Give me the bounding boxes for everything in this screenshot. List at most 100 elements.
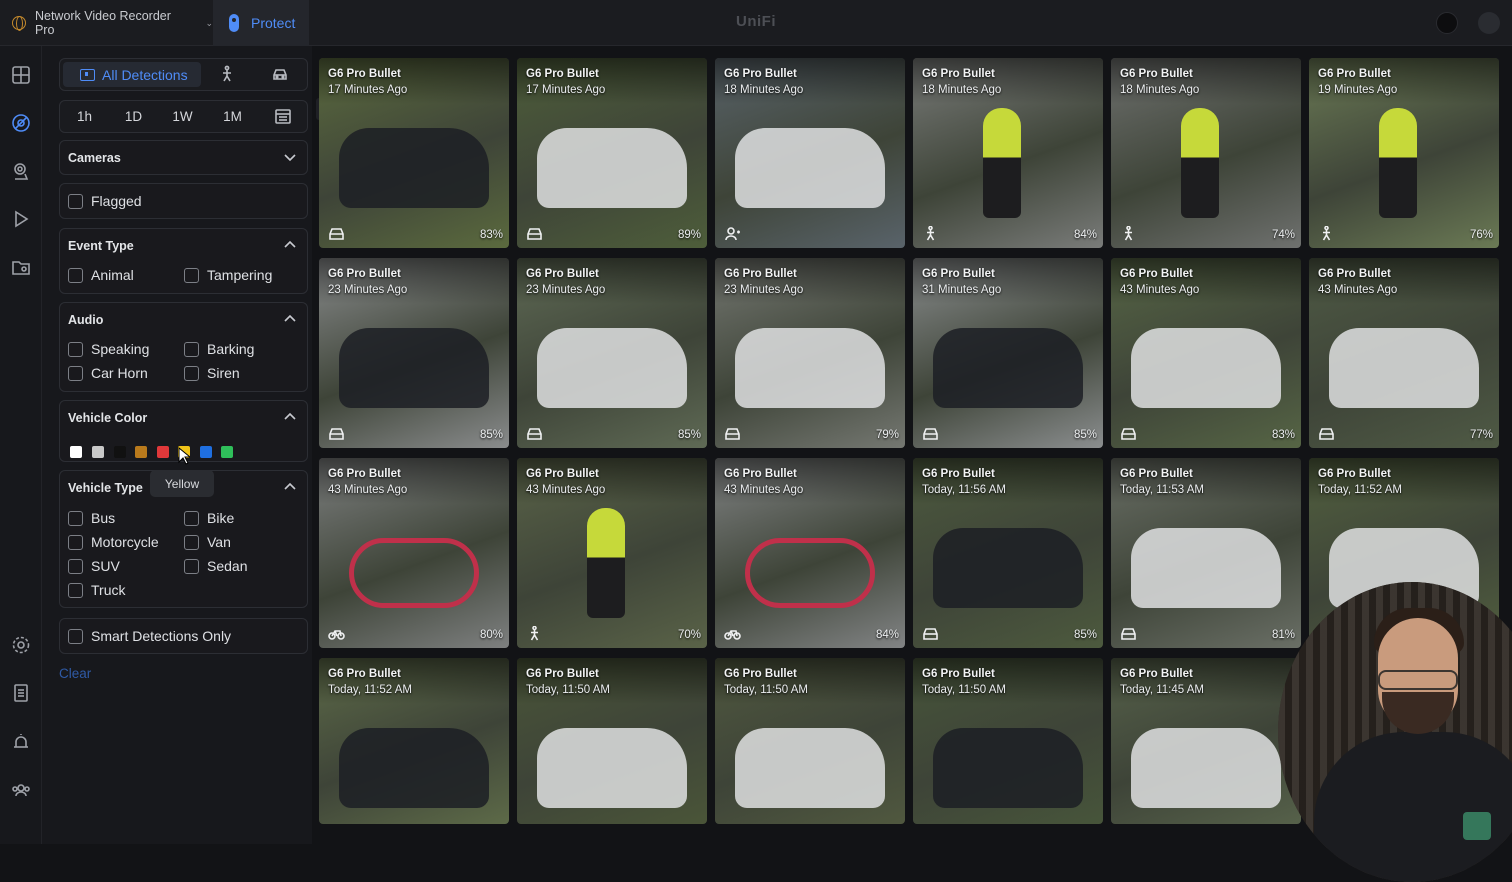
bus-checkbox[interactable]: Bus [68,510,115,526]
barking-checkbox[interactable]: Barking [184,341,254,357]
checkbox-box[interactable] [68,582,83,598]
checkbox-box[interactable] [68,510,83,526]
checkbox-box[interactable] [68,628,83,644]
car-horn-checkbox[interactable]: Car Horn [68,365,148,381]
detection-thumbnail[interactable]: G6 Pro Bullet Today, 11:56 AM 85% [913,458,1103,648]
tampering-checkbox[interactable]: Tampering [184,267,272,283]
title-gradient [715,658,905,704]
checkbox-box[interactable] [184,510,199,526]
checkbox-box[interactable] [184,341,199,357]
color-swatch-blue[interactable] [200,446,212,458]
folder-icon[interactable] [9,255,33,279]
detection-thumbnail[interactable]: G6 Pro Bullet 43 Minutes Ago 77% [1309,258,1499,448]
vehicle-filter-icon[interactable] [271,65,291,85]
cameras-icon[interactable] [9,159,33,183]
checkbox-box[interactable] [68,193,83,209]
motorcycle-checkbox[interactable]: Motorcycle [68,534,159,550]
color-swatch-silver[interactable] [92,446,104,458]
checkbox-box[interactable] [68,341,83,357]
calendar-icon[interactable] [274,107,294,127]
checkbox-box[interactable] [68,365,83,381]
dashboard-icon[interactable] [9,63,33,87]
animal-checkbox[interactable]: Animal [68,267,134,283]
cameras-dropdown[interactable]: Cameras [59,140,308,175]
title-gradient [517,258,707,304]
detection-thumbnail[interactable]: G6 Pro Bullet 43 Minutes Ago 80% [319,458,509,648]
color-swatch-black[interactable] [114,446,126,458]
detection-thumbnail[interactable]: G6 Pro BulletToday, 11:53 AM81% [1111,458,1301,648]
logs-icon[interactable] [9,681,33,705]
suv-checkbox[interactable]: SUV [68,558,120,574]
truck-checkbox[interactable]: Truck [68,582,125,598]
chevron-up-icon[interactable] [283,410,297,424]
checkbox-box[interactable] [68,267,83,283]
vehicle-figure [735,128,885,208]
smart-detections-checkbox[interactable]: Smart Detections Only [68,628,231,644]
detection-thumbnail[interactable]: G6 Pro Bullet 31 Minutes Ago 85% [913,258,1103,448]
console-switcher[interactable]: Network Video Recorder Pro ⌄ [0,0,213,46]
time-range-1m[interactable]: 1M [208,101,257,132]
detection-type-selector: All Detections [59,58,308,91]
theme-toggle-icon[interactable] [1436,12,1458,34]
detection-thumbnail[interactable]: G6 Pro Bullet Today, 11:52 AM [319,658,509,824]
chevron-up-icon[interactable] [283,312,297,326]
user-avatar[interactable] [1478,12,1500,34]
detection-thumbnail[interactable]: G6 Pro Bullet 18 Minutes Ago 84% [913,58,1103,248]
detection-thumbnail[interactable]: G6 Pro Bullet 43 Minutes Ago 70% [517,458,707,648]
detection-thumbnail[interactable]: G6 Pro Bullet 43 Minutes Ago 84% [715,458,905,648]
color-swatch-white[interactable] [70,446,82,458]
speaking-checkbox[interactable]: Speaking [68,341,149,357]
detection-thumbnail[interactable]: G6 Pro Bullet 18 Minutes Ago 74% [1111,58,1301,248]
checkbox-box[interactable] [68,558,83,574]
play-icon[interactable] [9,207,33,231]
alarm-icon[interactable] [9,730,33,754]
protect-app-tab[interactable]: Protect [213,0,309,46]
color-swatch-red[interactable] [157,446,169,458]
detection-thumbnail[interactable]: G6 Pro Bullet 17 Minutes Ago 89% [517,58,707,248]
detection-thumbnail[interactable]: G6 Pro Bullet Today, 11:50 AM [715,658,905,824]
detections-icon[interactable] [9,111,33,135]
detection-time: 43 Minutes Ago [1120,284,1200,296]
detection-thumbnail[interactable]: G6 Pro Bullet Today, 11:45 AM [1111,658,1301,824]
detection-thumbnail[interactable]: G6 Pro Bullet 43 Minutes Ago 83% [1111,258,1301,448]
detection-thumbnail[interactable]: G6 Pro Bullet Today, 11:50 AM [517,658,707,824]
chevron-up-icon[interactable] [283,238,297,252]
clear-filters-link[interactable]: Clear [59,666,91,681]
title-gradient [319,458,509,504]
camera-name: G6 Pro Bullet [724,668,797,680]
chat-icon[interactable] [1463,812,1491,840]
flagged-checkbox[interactable]: Flagged [68,193,142,209]
color-swatch-brown[interactable] [135,446,147,458]
detection-thumbnail[interactable]: G6 Pro Bullet 23 Minutes Ago 85% [517,258,707,448]
sedan-checkbox[interactable]: Sedan [184,558,247,574]
all-detections-tab[interactable]: All Detections [63,62,201,87]
detection-thumbnail[interactable]: G6 Pro Bullet 23 Minutes Ago 85% [319,258,509,448]
checkbox-box[interactable] [184,365,199,381]
detection-thumbnail[interactable]: G6 Pro Bullet 23 Minutes Ago 79% [715,258,905,448]
confidence-score: 76% [1469,229,1493,241]
vehicle-type-title: Vehicle Type [68,481,143,495]
detection-thumbnail[interactable]: G6 Pro Bullet 19 Minutes Ago 76% [1309,58,1499,248]
checkbox-box[interactable] [184,558,199,574]
color-swatch-green[interactable] [221,446,233,458]
camera-name: G6 Pro Bullet [328,68,401,80]
detection-thumbnail[interactable]: G6 Pro Bullet Today, 11:50 AM [913,658,1103,824]
time-range-1d[interactable]: 1D [109,101,158,132]
detection-thumbnail[interactable]: G6 Pro Bullet 17 Minutes Ago 83% [319,58,509,248]
checkbox-box[interactable] [184,534,199,550]
checkbox-box[interactable] [68,534,83,550]
checkbox-box[interactable] [184,267,199,283]
siren-checkbox[interactable]: Siren [184,365,240,381]
confidence-score: 85% [1073,629,1097,641]
chevron-up-icon[interactable] [283,480,297,494]
person-filter-icon[interactable] [218,65,238,85]
time-range-1h[interactable]: 1h [60,101,109,132]
event-type-title: Event Type [68,239,134,253]
settings-icon[interactable] [9,633,33,657]
time-range-1w[interactable]: 1W [158,101,207,132]
van-checkbox[interactable]: Van [184,534,231,550]
bike-checkbox[interactable]: Bike [184,510,234,526]
detection-thumbnail[interactable]: G6 Pro Bullet 18 Minutes Ago [715,58,905,248]
vehicle-detection-icon [1120,426,1138,442]
users-icon[interactable] [9,778,33,802]
